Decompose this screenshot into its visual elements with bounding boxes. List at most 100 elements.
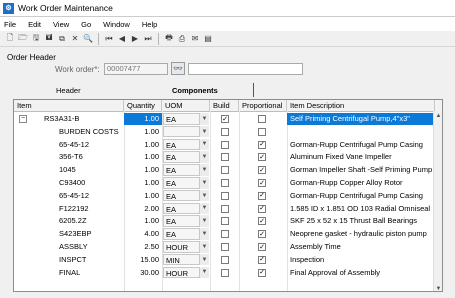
item-description-cell[interactable]: Final Approval of Assembly [287,267,435,279]
item-cell[interactable]: 65-45-12 [59,190,124,202]
properties-icon[interactable]: ▤ [202,33,214,45]
quantity-cell[interactable]: 1.00 [124,139,162,151]
chevron-down-icon[interactable]: ▼ [199,202,209,215]
table-row[interactable]: ASSBLY 2.50 HOUR ▼ ✓ Assembly Time [14,241,442,253]
proportional-checkbox[interactable]: ✓ [258,230,266,239]
build-checkbox[interactable] [221,127,229,136]
vertical-scrollbar[interactable]: ▲ ▼ [433,111,442,292]
chevron-down-icon[interactable]: ▼ [199,151,209,163]
delete-icon[interactable]: ✕ [69,33,81,45]
table-row[interactable]: 6205.2Z 1.00 EA ▼ ✓ SKF 25 x 52 x 15 Thrust B… [14,215,442,227]
quantity-cell[interactable]: 4.00 [124,228,162,240]
open-icon[interactable]: 🗁 [17,33,29,45]
first-icon[interactable]: ⏮ [103,33,115,45]
build-checkbox[interactable] [221,217,229,226]
collapse-icon[interactable]: − [19,115,27,123]
table-row[interactable]: FINAL 30.00 HOUR ▼ ✓ Final Approval of Assemb… [14,266,442,279]
last-icon[interactable]: ⏭ [142,33,154,45]
item-description-cell[interactable]: Assembly Time [287,241,435,253]
proportional-checkbox[interactable]: ✓ [258,191,266,200]
quantity-cell[interactable]: 1.00 [124,164,162,176]
table-row[interactable]: 65-45-12 1.00 EA ▼ ✓ Gorman-Rupp Centrifugal … [14,138,442,151]
quantity-cell[interactable]: 2.00 [124,203,162,215]
save-icon[interactable]: 🖫 [30,33,42,45]
item-cell[interactable]: 65-45-12 [59,139,124,151]
chevron-down-icon[interactable]: ▼ [199,228,209,240]
quantity-cell[interactable]: 1.00 [124,215,162,227]
table-row[interactable]: C93400 1.00 EA ▼ ✓ Gorman-Rupp Copper Alloy R… [14,177,442,189]
build-checkbox[interactable] [221,255,229,264]
next-icon[interactable]: ▶ [129,33,141,45]
quantity-cell[interactable]: 1.00 [124,126,162,138]
table-row[interactable]: 1045 1.00 EA ▼ ✓ Gorman Impeller Shaft -Self … [14,164,442,176]
chevron-down-icon[interactable]: ▼ [199,177,209,189]
item-description-cell[interactable]: Gorman Impeller Shaft -Self Priming Pump [287,164,435,176]
email-icon[interactable]: ✉ [189,33,201,45]
build-checkbox[interactable] [221,243,229,251]
chevron-down-icon[interactable]: ▼ [199,138,209,151]
column-header-quantity[interactable]: Quantity [124,100,162,112]
chevron-down-icon[interactable]: ▼ [199,266,209,279]
proportional-checkbox[interactable] [258,115,266,123]
item-description-cell[interactable]: Inspection [287,254,435,266]
item-description-cell[interactable]: Gorman-Rupp Centrifugal Pump Casing [287,139,435,151]
column-header-proportional[interactable]: Proportional [239,100,287,112]
table-row[interactable]: 356-T6 1.00 EA ▼ ✓ Aluminum Fixed Vane Impell… [14,151,442,163]
chevron-down-icon[interactable]: ▼ [199,189,209,202]
item-description-cell[interactable]: 1.585 ID x 1.851 OD 103 Radial Omniseal [287,203,435,215]
quantity-cell[interactable]: 30.00 [124,267,162,279]
item-cell[interactable]: S423EBP [59,228,124,240]
proportional-checkbox[interactable]: ✓ [258,255,266,264]
column-header-item-description[interactable]: Item Description [287,100,435,112]
proportional-checkbox[interactable]: ✓ [258,243,266,251]
chevron-down-icon[interactable]: ▼ [199,215,209,227]
item-cell[interactable]: 6205.2Z [59,215,124,227]
item-cell[interactable]: BURDEN COSTS [59,126,124,138]
build-checkbox[interactable]: ✓ [221,115,229,123]
print-icon[interactable]: 🖶 [163,33,175,45]
column-header-build[interactable]: Build [210,100,239,112]
proportional-checkbox[interactable]: ✓ [258,166,266,175]
item-cell[interactable]: F122192 [59,203,124,215]
menu-window[interactable]: Window [103,20,130,29]
proportional-checkbox[interactable]: ✓ [258,204,266,213]
menu-edit[interactable]: Edit [28,20,41,29]
quantity-cell[interactable]: 15.00 [124,254,162,266]
menu-help[interactable]: Help [142,20,157,29]
item-description-cell[interactable]: Neoprene gasket - hydraulic piston pump [287,228,435,240]
menu-view[interactable]: View [53,20,69,29]
proportional-checkbox[interactable]: ✓ [258,217,266,226]
quantity-cell[interactable]: 1.00 [124,190,162,202]
print-preview-icon[interactable]: ⎙ [176,33,188,45]
menu-file[interactable]: File [4,20,16,29]
item-cell[interactable]: ASSBLY [59,241,124,253]
work-order-description-field[interactable] [188,63,303,75]
scroll-down-icon[interactable]: ▼ [434,284,442,292]
table-row[interactable]: BURDEN COSTS 1.00 ▼ [14,125,442,138]
item-cell[interactable]: FINAL [59,267,124,279]
find-icon[interactable]: 🔍 [82,33,94,45]
lookup-button[interactable]: 👓 [171,62,185,75]
table-row[interactable]: F122192 2.00 EA ▼ ✓ 1.585 ID x 1.851 OD 103 R… [14,202,442,215]
new-icon[interactable]: 🗋 [4,33,16,45]
components-grid[interactable]: Item Quantity UOM Build Proportional Ite… [13,99,443,292]
proportional-checkbox[interactable] [258,127,266,136]
item-description-cell[interactable]: Aluminum Fixed Vane Impeller [287,151,435,163]
chevron-down-icon[interactable]: ▼ [199,164,209,176]
column-header-uom[interactable]: UOM [162,100,210,112]
table-row[interactable]: S423EBP 4.00 EA ▼ ✓ Neoprene gasket - hydraul… [14,228,442,240]
build-checkbox[interactable] [221,191,229,200]
item-cell[interactable]: RS3A31-B [44,113,124,125]
proportional-checkbox[interactable]: ✓ [258,153,266,162]
copy-icon[interactable]: ⧉ [56,33,68,45]
quantity-cell[interactable]: 2.50 [124,241,162,253]
item-cell[interactable]: C93400 [59,177,124,189]
proportional-checkbox[interactable]: ✓ [258,140,266,149]
item-description-cell[interactable] [287,126,435,138]
quantity-cell[interactable]: 1.00 [124,113,162,125]
build-checkbox[interactable] [221,179,229,187]
chevron-down-icon[interactable]: ▼ [199,125,209,138]
tab-header[interactable]: Header [56,86,81,95]
build-checkbox[interactable] [221,268,229,277]
save-all-icon[interactable]: 🖬 [43,33,55,45]
